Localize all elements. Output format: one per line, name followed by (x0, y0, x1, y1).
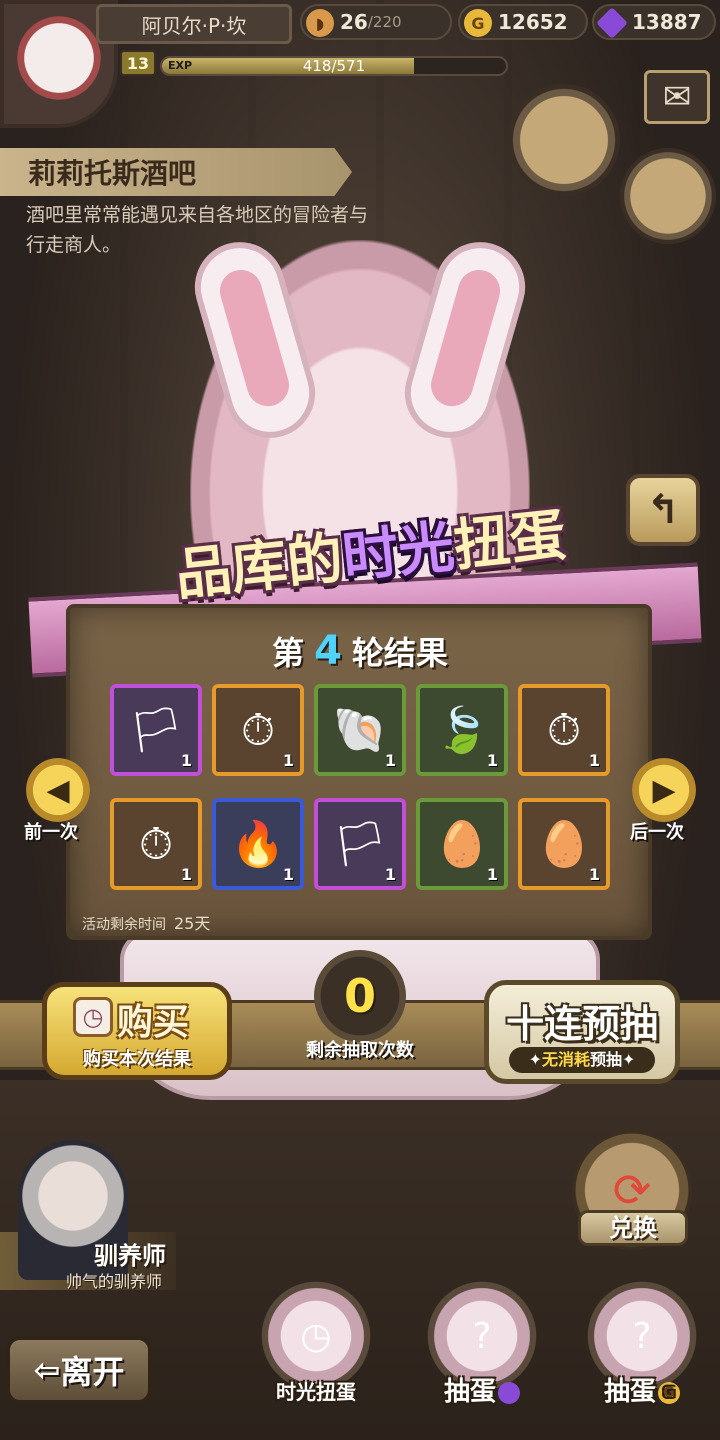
result-item-qty: 1 (486, 865, 498, 884)
buy-button[interactable]: ◷ 购买 购买本次结果 (42, 982, 232, 1080)
ten-draw-preview-button[interactable]: 十连预抽 ✦无消耗预抽✦ (484, 980, 680, 1084)
mail-icon: ✉ (662, 77, 692, 117)
result-item-qty: 1 (282, 751, 294, 770)
result-item-icon: ⏱ (138, 818, 174, 870)
result-item-slot[interactable]: 🏳 1 (110, 684, 202, 776)
result-item-slot[interactable]: ⏱ 1 (110, 798, 202, 890)
result-item-icon: 🍃 (434, 705, 490, 756)
backpack-button[interactable] (620, 148, 716, 244)
gold-value: 12652 (498, 10, 568, 34)
stamina-counter[interactable]: ◗ 26/220 (300, 4, 452, 40)
player-level: 13 (120, 50, 156, 76)
result-item-qty: 1 (180, 865, 192, 884)
result-item-qty: 1 (180, 751, 192, 770)
tab-time-gacha-label: 时光扭蛋 (276, 1380, 356, 1404)
result-item-qty: 1 (282, 865, 294, 884)
gold-coin-icon: G (658, 1381, 680, 1404)
result-item-slot[interactable]: 🍃 1 (416, 684, 508, 776)
result-item-qty: 1 (384, 865, 396, 884)
banner-title-post: 扭蛋 (450, 502, 569, 579)
leave-arrow-icon: ⇦ (33, 1351, 61, 1389)
result-item-qty: 1 (588, 751, 600, 770)
result-item-icon: 🐚 (332, 705, 388, 756)
tab-draw-gold-label: 抽蛋 G (572, 1372, 712, 1412)
gem-icon (498, 1381, 520, 1404)
result-item-slot[interactable]: 🥚 1 (518, 798, 610, 890)
return-arrow-icon: ↰ (646, 487, 680, 533)
bunny-ear-left (184, 231, 326, 449)
pocket-watch-icon: ◷ (73, 997, 113, 1037)
player-name: 阿贝尔·P·坎 (96, 4, 292, 44)
result-item-slot[interactable]: ⏱ 1 (518, 684, 610, 776)
result-item-icon: 🔥 (230, 819, 286, 870)
tab-draw-gem-label: 抽蛋 (412, 1372, 552, 1412)
results-grid: 🏳 1 ⏱ 1 🐚 1 🍃 1 ⏱ 1 ⏱ 1 🔥 1 🏳 1 🥚 1 🥚 1 (110, 684, 612, 892)
gem-icon (596, 7, 628, 39)
exp-value: 418/571 (302, 57, 366, 75)
leave-button[interactable]: ⇦ 离开 (6, 1336, 152, 1404)
bread-icon: ◗ (306, 9, 334, 37)
result-item-qty: 1 (588, 865, 600, 884)
tab-draw-gem-text: 抽蛋 (443, 1377, 496, 1407)
banner-title-highlight: 时光 (339, 513, 458, 591)
leave-label: 离开 (60, 1353, 125, 1391)
banner-title-pre: 品库的 (172, 525, 347, 608)
ten-draw-sublabel: ✦无消耗预抽✦ (509, 1047, 655, 1073)
gem-counter[interactable]: 13887 (592, 4, 716, 40)
round-prefix: 第 (272, 634, 305, 672)
ten-draw-sub-accent: 无消耗 (541, 1050, 590, 1069)
quest-scroll-button[interactable] (508, 84, 620, 196)
mail-button[interactable]: ✉ (644, 70, 710, 124)
exchange-label: 兑换 (578, 1210, 688, 1246)
bunny-ear-right (394, 231, 536, 449)
round-title: 第 4 轮结果 (0, 628, 720, 674)
prev-round-label: 前一次 (24, 822, 78, 843)
round-number: 4 (314, 628, 342, 674)
tab-draw-gold[interactable]: ? 抽蛋 G (572, 1280, 712, 1430)
result-item-slot[interactable]: 🥚 1 (416, 798, 508, 890)
time-left-value: 25天 (174, 914, 211, 933)
result-item-icon: 🏳 (332, 819, 388, 870)
result-item-icon: 🏳 (128, 705, 184, 756)
buy-button-label: 购买 (117, 1002, 190, 1043)
tab-draw-gold-text: 抽蛋 (603, 1377, 656, 1407)
trainer-subtitle: 帅气的驯养师 (66, 1272, 163, 1291)
next-round-button[interactable]: ▶ (632, 758, 696, 822)
event-time-left: 活动剩余时间 25天 (82, 910, 210, 934)
result-item-icon: 🥚 (536, 819, 592, 870)
gold-counter[interactable]: G 12652 (458, 4, 588, 40)
prev-round-button[interactable]: ◀ (26, 758, 90, 822)
trainer-name: 驯养师 (94, 1242, 166, 1270)
exchange-icon: ⟳ (612, 1163, 652, 1217)
result-item-slot[interactable]: 🔥 1 (212, 798, 304, 890)
draws-remaining-label: 剩余抽取次数 (306, 1040, 414, 1061)
gem-value: 13887 (632, 10, 702, 34)
result-item-qty: 1 (486, 751, 498, 770)
result-item-slot[interactable]: 🐚 1 (314, 684, 406, 776)
buy-button-sublabel: 购买本次结果 (83, 1049, 191, 1070)
result-item-qty: 1 (384, 751, 396, 770)
tab-draw-gem[interactable]: ? 抽蛋 (412, 1280, 552, 1430)
round-suffix: 轮结果 (351, 634, 448, 672)
result-item-slot[interactable]: ⏱ 1 (212, 684, 304, 776)
gold-coin-icon: G (464, 9, 492, 37)
draws-remaining-counter: 0 (314, 950, 406, 1042)
result-item-slot[interactable]: 🏳 1 (314, 798, 406, 890)
location-title: 莉莉托斯酒吧 (0, 148, 352, 196)
result-item-icon: ⏱ (240, 704, 276, 756)
stamina-max: /220 (367, 13, 402, 31)
next-round-label: 后一次 (630, 822, 684, 843)
arrow-left-icon: ◀ (46, 772, 70, 808)
ten-draw-label: 十连预抽 (505, 1002, 658, 1046)
arrow-right-icon: ▶ (652, 772, 676, 808)
ten-draw-sub-rest: 预抽 (590, 1050, 623, 1069)
result-item-icon: ⏱ (546, 704, 582, 756)
result-item-icon: 🥚 (434, 819, 490, 870)
tab-time-gacha[interactable]: ◷ 时光扭蛋 (246, 1280, 386, 1430)
time-left-label: 活动剩余时间 (82, 917, 166, 933)
return-button[interactable]: ↰ (626, 474, 700, 546)
stamina-value: 26 (340, 10, 368, 34)
exp-bar: EXP 418/571 (160, 56, 508, 76)
